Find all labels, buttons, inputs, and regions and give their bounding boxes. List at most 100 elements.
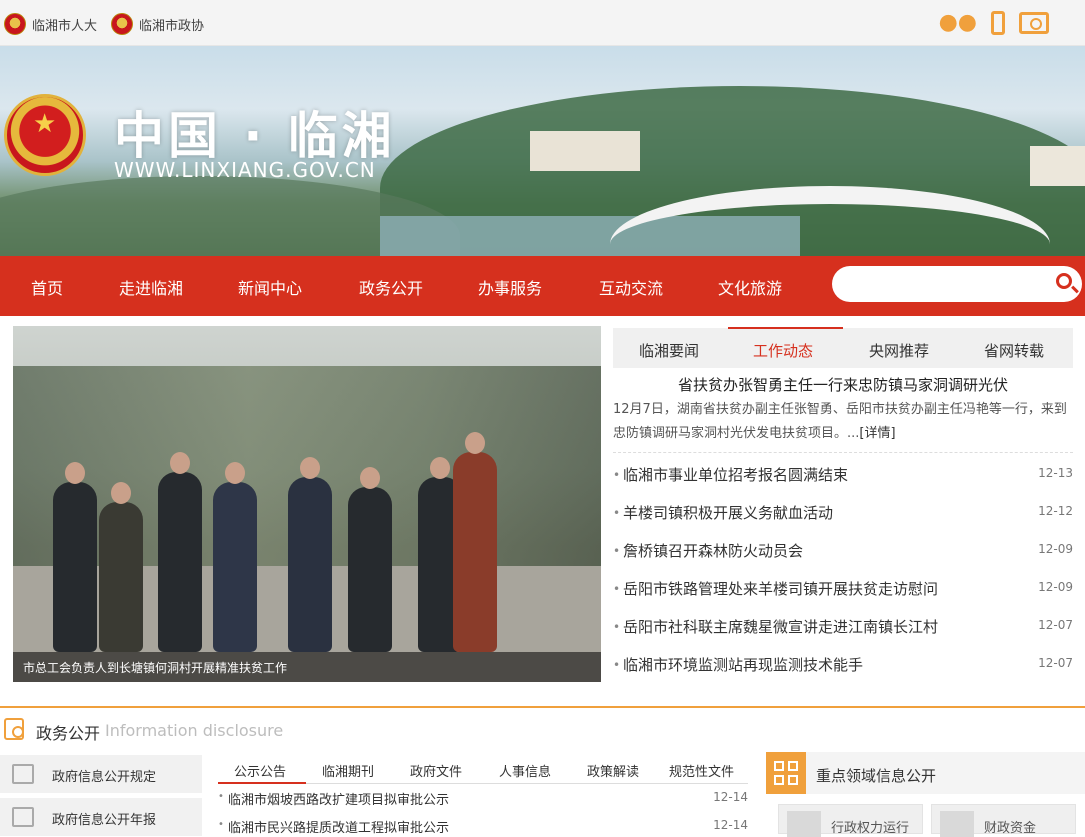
news-title[interactable]: 岳阳市社科联主席魏星微宣讲走进江南镇长江村 [623,616,938,637]
list-item[interactable]: • 临湘市烟坡西路改扩建项目拟审批公示 12-14 [218,789,748,809]
search-icon[interactable] [1056,273,1072,289]
news-title[interactable]: 临湘市环境监测站再现监测技术能手 [623,654,863,675]
sidebar-item-label: 政府信息公开年报 [52,813,157,828]
tab-policy-interpretation[interactable]: 政策解读 [587,761,639,780]
top-icons: ●● [939,10,1049,36]
bullet: • [613,658,621,672]
notice-date: 12-14 [713,818,748,832]
news-tabs: 临湘要闻 工作动态 央网推荐 省网转载 [613,327,1073,368]
nav-item-culture[interactable]: 文化旅游 [718,275,782,299]
national-emblem-logo[interactable] [4,94,86,176]
list-item[interactable]: • 临湘市环境监测站再现监测技术能手 12-07 [613,654,1073,676]
news-date: 12-12 [1038,504,1073,518]
headline-news[interactable]: 省扶贫办张智勇主任一行来忠防镇马家洞调研光伏 [613,374,1073,395]
sidebar-item-regulations[interactable]: 政府信息公开规定 [0,755,202,793]
emblem-icon [4,13,26,35]
slide-person [158,452,202,652]
site-url: WWW.LINXIANG.GOV.CN [114,158,376,182]
key-areas-header: 重点领域信息公开 [766,752,1085,794]
headline-summary: 12月7日，湖南省扶贫办副主任张智勇、岳阳市扶贫办副主任冯艳等一行，来到忠防镇调… [613,398,1073,446]
bullet: • [613,506,621,520]
slide-caption[interactable]: 市总工会负责人到长塘镇何洞村开展精准扶贫工作 [23,659,287,676]
tab-periodicals[interactable]: 临湘期刊 [322,761,374,780]
sidebar-item-annual-report[interactable]: 政府信息公开年报 [0,798,202,836]
disclosure-icon [4,718,24,740]
slide-person [99,482,143,652]
slide-person [213,462,257,652]
list-item[interactable]: • 岳阳市铁路管理处来羊楼司镇开展扶贫走访慰问 12-09 [613,578,1073,600]
key-areas-title[interactable]: 重点领域信息公开 [816,765,936,786]
cppcc-link[interactable]: 临湘市政协 [111,12,204,36]
list-item[interactable]: • 羊楼司镇积极开展义务献血活动 12-12 [613,502,1073,524]
tab-gov-documents[interactable]: 政府文件 [410,761,462,780]
main-nav: 首页 走进临湘 新闻中心 政务公开 办事服务 互动交流 文化旅游 [0,256,1085,316]
bullet: • [613,620,621,634]
nav-item-services[interactable]: 办事服务 [478,275,542,299]
slide-person [288,457,332,652]
divider [613,452,1073,453]
screen-icon[interactable] [1019,12,1049,34]
report-icon [12,807,34,827]
active-tab-indicator [218,782,306,784]
headline-summary-text: 12月7日，湖南省扶贫办副主任张智勇、岳阳市扶贫办副主任冯艳等一行，来到忠防镇调… [613,402,1067,441]
slide-person [453,432,497,652]
bullet: • [613,582,621,596]
news-date: 12-09 [1038,542,1073,556]
grid-icon [766,752,806,794]
list-item[interactable]: • 詹桥镇召开森林防火动员会 12-09 [613,540,1073,562]
tab-linxiang-news[interactable]: 临湘要闻 [639,340,699,361]
tab-announcements[interactable]: 公示公告 [234,761,286,780]
nav-item-home[interactable]: 首页 [31,275,63,299]
slide-caption-bar: 市总工会负责人到长塘镇何洞村开展精准扶贫工作 1 2 3 4 [13,652,601,682]
slide-person [53,462,97,652]
news-slideshow[interactable]: 市总工会负责人到长塘镇何洞村开展精准扶贫工作 1 2 3 4 [13,326,601,682]
npc-link[interactable]: 临湘市人大 [4,12,97,36]
cppcc-emblem-icon [111,13,133,35]
list-item[interactable]: • 岳阳市社科联主席魏星微宣讲走进江南镇长江村 12-07 [613,616,1073,638]
notice-title[interactable]: 临湘市烟坡西路改扩建项目拟审批公示 [228,789,449,808]
top-bar: 临湘市人大 临湘市政协 ●● [0,0,1085,46]
tab-normative-documents[interactable]: 规范性文件 [669,761,734,780]
disclosure-tabs: 公示公告 临湘期刊 政府文件 人事信息 政策解读 规范性文件 [218,752,748,784]
finance-button[interactable]: 财政资金 [931,804,1076,837]
books-icon [12,764,34,784]
cppcc-link-label: 临湘市政协 [139,18,205,34]
list-item[interactable]: • 临湘市事业单位招考报名圆满结束 12-13 [613,464,1073,486]
npc-link-label: 临湘市人大 [32,18,98,34]
news-title[interactable]: 羊楼司镇积极开展义务献血活动 [623,502,833,523]
tab-central-recommend[interactable]: 央网推荐 [869,340,929,361]
news-date: 12-09 [1038,580,1073,594]
notice-title[interactable]: 临湘市民兴路提质改道工程拟审批公示 [228,817,449,836]
news-date: 12-07 [1038,656,1073,670]
news-date: 12-07 [1038,618,1073,632]
nav-item-about[interactable]: 走进临湘 [119,275,183,299]
wechat-icon[interactable]: ●● [939,10,977,36]
slide-person [348,467,392,652]
finance-icon [940,811,974,837]
section-divider [0,706,1085,708]
bullet: • [613,544,621,558]
nav-item-interaction[interactable]: 互动交流 [599,275,663,299]
search-box [832,266,1082,302]
nav-item-government[interactable]: 政务公开 [359,275,423,299]
admin-power-label: 行政权力运行 [831,821,910,836]
news-title[interactable]: 临湘市事业单位招考报名圆满结束 [623,464,848,485]
power-icon [787,811,821,837]
news-date: 12-13 [1038,466,1073,480]
tab-province-repost[interactable]: 省网转载 [984,340,1044,361]
mobile-icon[interactable] [991,11,1005,35]
nav-item-news[interactable]: 新闻中心 [238,275,302,299]
sidebar-item-label: 政府信息公开规定 [52,770,157,785]
tab-work-updates[interactable]: 工作动态 [753,340,813,361]
search-input[interactable] [846,272,1042,296]
detail-link[interactable]: [详情] [859,426,895,441]
tab-personnel[interactable]: 人事信息 [499,761,551,780]
admin-power-button[interactable]: 行政权力运行 [778,804,923,837]
banner-house [1030,146,1085,186]
section-title[interactable]: 政务公开 [36,720,100,744]
banner-houses [530,131,640,171]
news-title[interactable]: 岳阳市铁路管理处来羊楼司镇开展扶贫走访慰问 [623,578,938,599]
bullet: • [613,468,621,482]
list-item[interactable]: • 临湘市民兴路提质改道工程拟审批公示 12-14 [218,817,748,837]
news-title[interactable]: 詹桥镇召开森林防火动员会 [623,540,803,561]
